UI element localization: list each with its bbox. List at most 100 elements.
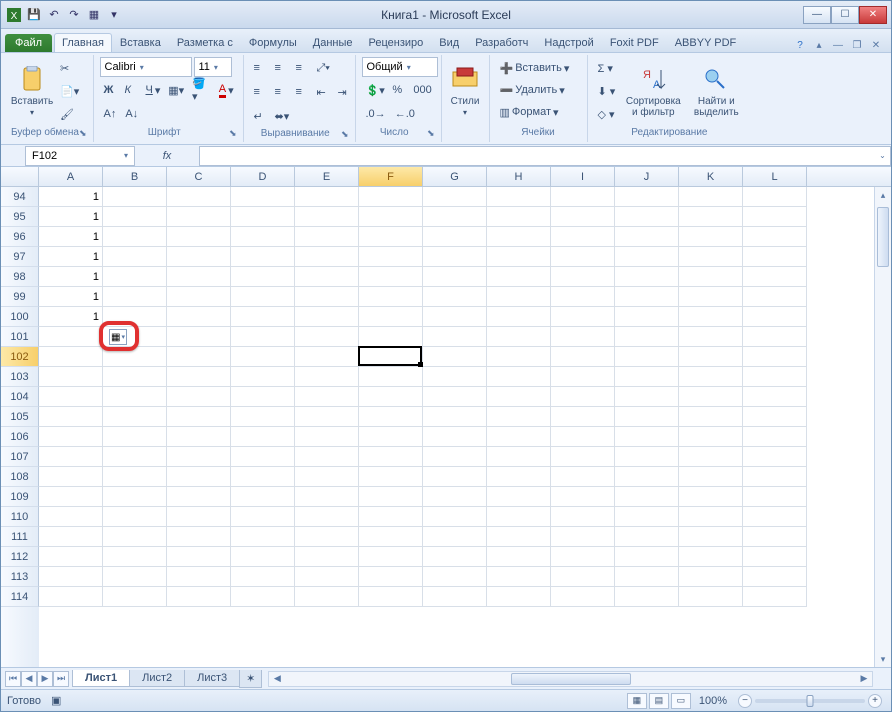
merge-button[interactable]: ⬌▾ [271, 105, 294, 127]
vertical-scrollbar[interactable]: ▴ ▾ [874, 187, 891, 667]
ribbon-tab-9[interactable]: Foxit PDF [602, 33, 667, 52]
align-top-button[interactable]: ≡ [250, 57, 270, 79]
zoom-in-button[interactable]: + [868, 694, 882, 708]
redo-icon[interactable]: ↷ [65, 6, 83, 24]
row-header-104[interactable]: 104 [1, 387, 39, 407]
autosum-button[interactable]: Σ ▾ [594, 58, 620, 80]
ribbon-tab-5[interactable]: Рецензиро [361, 33, 432, 52]
view-layout-button[interactable]: ▤ [649, 693, 669, 709]
autofill-options-button[interactable]: ▦▾ [109, 329, 127, 345]
mdi-minimize-icon[interactable]: — [830, 38, 846, 52]
row-header-112[interactable]: 112 [1, 547, 39, 567]
ribbon-tab-7[interactable]: Разработч [467, 33, 536, 52]
row-header-94[interactable]: 94 [1, 187, 39, 207]
ribbon-tab-4[interactable]: Данные [305, 33, 361, 52]
excel-icon[interactable]: X [5, 6, 23, 24]
row-header-114[interactable]: 114 [1, 587, 39, 607]
currency-button[interactable]: 💲▾ [362, 79, 388, 101]
fill-button[interactable]: ⬇ ▾ [594, 81, 620, 103]
sheet-nav-last-icon[interactable]: ⏭ [53, 671, 69, 687]
fx-button[interactable]: fx [163, 150, 172, 162]
ribbon-tab-6[interactable]: Вид [431, 33, 467, 52]
row-header-96[interactable]: 96 [1, 227, 39, 247]
ribbon-tab-10[interactable]: ABBYY PDF [667, 33, 745, 52]
macro-record-icon[interactable]: ▣ [51, 694, 61, 707]
qat-dropdown-icon[interactable]: ▾ [105, 6, 123, 24]
scroll-left-button[interactable]: ◀ [269, 673, 285, 684]
scroll-down-button[interactable]: ▾ [875, 651, 891, 667]
ribbon-tab-1[interactable]: Вставка [112, 33, 169, 52]
help-icon[interactable]: ? [792, 38, 808, 52]
cell-A94[interactable]: 1 [39, 187, 103, 207]
zoom-thumb[interactable] [807, 695, 814, 707]
row-header-100[interactable]: 100 [1, 307, 39, 327]
comma-button[interactable]: 000 [409, 79, 434, 101]
row-header-97[interactable]: 97 [1, 247, 39, 267]
paste-button[interactable]: Вставить▾ [11, 57, 53, 126]
number-format-combo[interactable]: Общий▾ [362, 57, 438, 77]
ribbon-minimize-icon[interactable]: ▴ [811, 38, 827, 52]
format-painter-button[interactable]: 🖌 [56, 104, 83, 126]
styles-button[interactable]: Стили▾ [448, 57, 483, 126]
row-header-98[interactable]: 98 [1, 267, 39, 287]
cut-button[interactable]: ✂ [56, 58, 83, 80]
chevron-down-icon[interactable]: ▾ [121, 333, 125, 341]
name-box[interactable]: F102▾ [25, 146, 135, 166]
align-center-button[interactable]: ≡ [271, 81, 291, 103]
copy-button[interactable]: 📄▾ [56, 81, 83, 103]
decrease-decimal-button[interactable]: ←.0 [391, 103, 419, 125]
close-button[interactable]: ✕ [859, 6, 887, 24]
new-sheet-button[interactable]: ✶ [239, 670, 262, 688]
undo-icon[interactable]: ↶ [45, 6, 63, 24]
cell-A99[interactable]: 1 [39, 287, 103, 307]
row-header-95[interactable]: 95 [1, 207, 39, 227]
col-header-H[interactable]: H [487, 167, 551, 186]
delete-cells-button[interactable]: ➖ Удалить ▾ [496, 79, 581, 101]
minimize-button[interactable]: — [803, 6, 831, 24]
qat-icon-4[interactable]: ▦ [85, 6, 103, 24]
col-header-L[interactable]: L [743, 167, 807, 186]
row-header-113[interactable]: 113 [1, 567, 39, 587]
font-name-combo[interactable]: Calibri▾ [100, 57, 192, 77]
row-header-99[interactable]: 99 [1, 287, 39, 307]
col-header-G[interactable]: G [423, 167, 487, 186]
col-header-C[interactable]: C [167, 167, 231, 186]
align-bottom-button[interactable]: ≡ [292, 57, 312, 79]
row-header-105[interactable]: 105 [1, 407, 39, 427]
decrease-font-button[interactable]: А↓ [121, 103, 142, 125]
col-header-J[interactable]: J [615, 167, 679, 186]
sort-filter-button[interactable]: ЯА Сортировка и фильтр [622, 57, 684, 126]
col-header-D[interactable]: D [231, 167, 295, 186]
orientation-button[interactable]: ⤢▾ [313, 57, 334, 79]
select-all-corner[interactable] [1, 167, 39, 186]
insert-cells-button[interactable]: ➕ Вставить ▾ [496, 57, 581, 79]
sheet-tab-1[interactable]: Лист2 [129, 670, 185, 687]
col-header-A[interactable]: A [39, 167, 103, 186]
horizontal-scrollbar[interactable]: ◀ ▶ [268, 671, 873, 687]
clipboard-launcher-icon[interactable]: ⬊ [79, 126, 87, 140]
chevron-down-icon[interactable]: ▾ [124, 151, 128, 160]
zoom-out-button[interactable]: − [738, 694, 752, 708]
row-header-102[interactable]: 102 [1, 347, 39, 367]
view-pagebreak-button[interactable]: ▭ [671, 693, 691, 709]
clear-button[interactable]: ◇ ▾ [594, 104, 620, 126]
bold-button[interactable]: Ж [100, 79, 120, 101]
vscroll-thumb[interactable] [877, 207, 889, 267]
wrap-text-button[interactable]: ↵ [250, 105, 270, 127]
scroll-right-button[interactable]: ▶ [856, 673, 872, 684]
zoom-level[interactable]: 100% [699, 695, 727, 707]
align-launcher-icon[interactable]: ⬊ [341, 127, 349, 141]
file-tab[interactable]: Файл [5, 34, 52, 52]
row-header-103[interactable]: 103 [1, 367, 39, 387]
border-button[interactable]: ▦▾ [164, 79, 187, 101]
view-normal-button[interactable]: ▦ [627, 693, 647, 709]
formula-input[interactable] [199, 146, 875, 166]
hscroll-thumb[interactable] [511, 673, 631, 685]
underline-button[interactable]: Ч▾ [142, 79, 164, 101]
col-header-E[interactable]: E [295, 167, 359, 186]
ribbon-tab-8[interactable]: Надстрой [536, 33, 601, 52]
cell-A100[interactable]: 1 [39, 307, 103, 327]
italic-button[interactable]: К [121, 79, 141, 101]
col-header-F[interactable]: F [359, 167, 423, 186]
col-header-K[interactable]: K [679, 167, 743, 186]
